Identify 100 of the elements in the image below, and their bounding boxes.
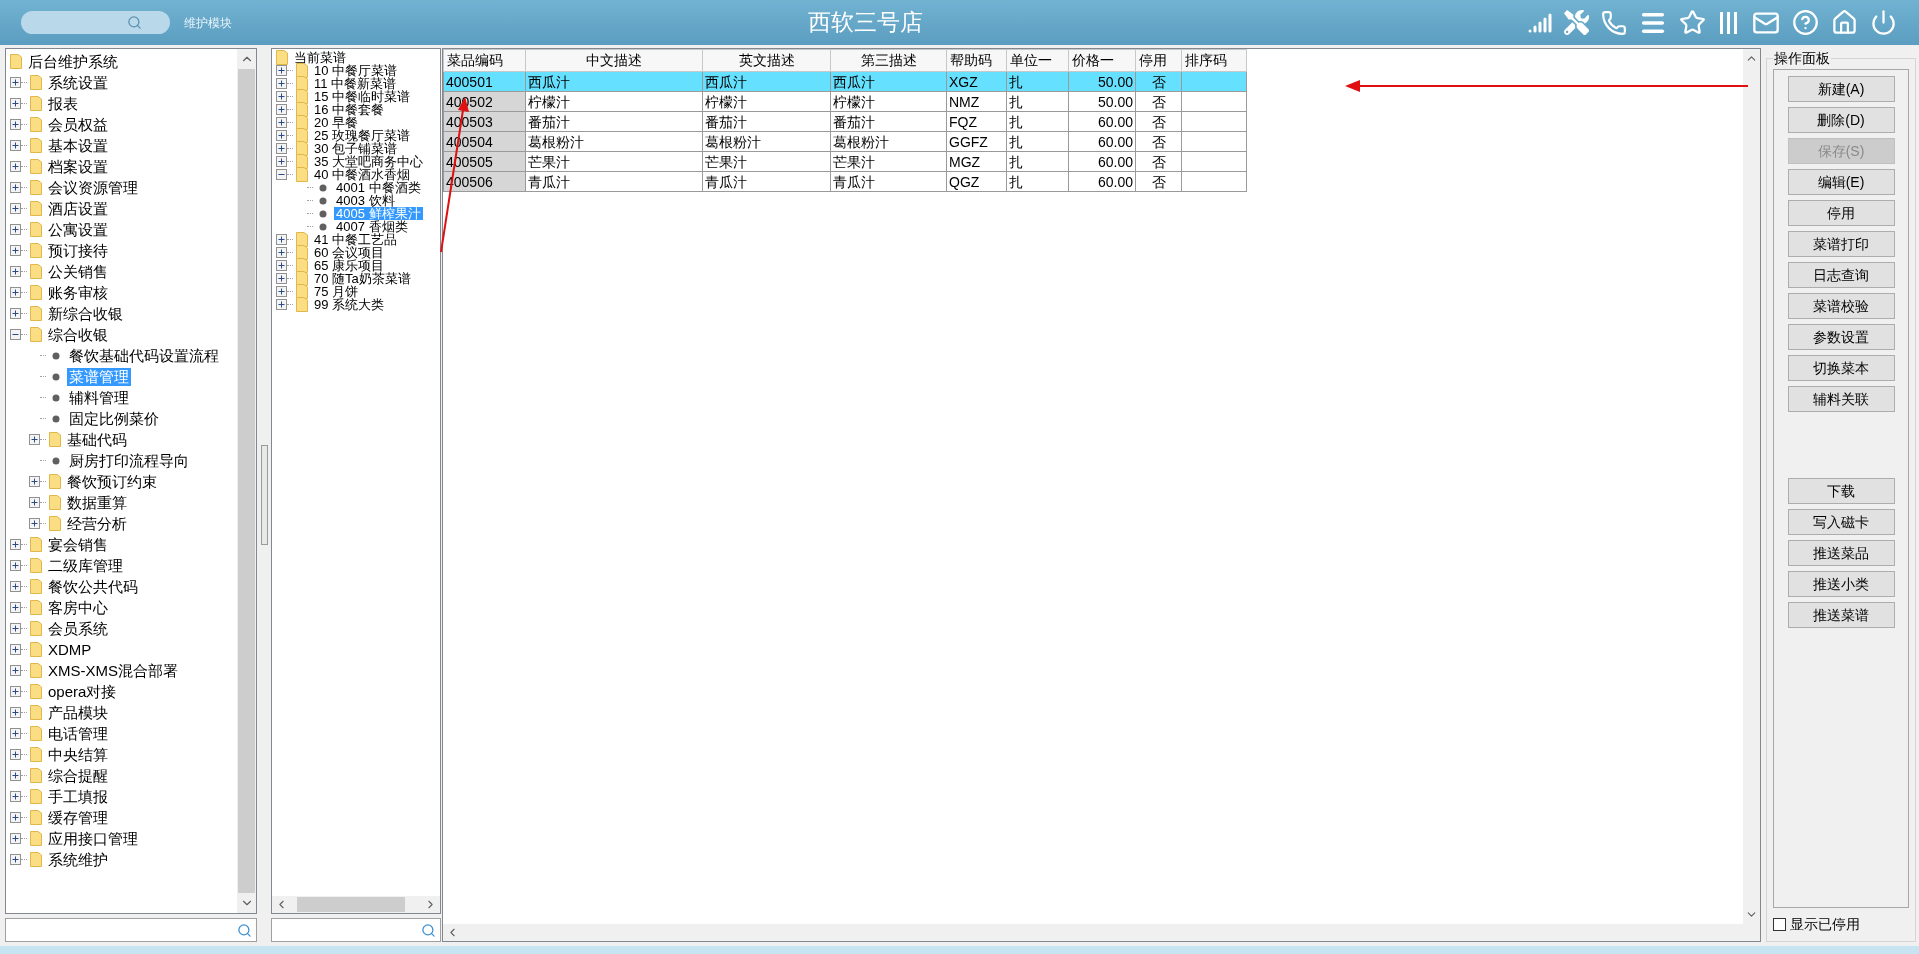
tree-item[interactable]: 新综合收银 (46, 304, 125, 323)
expand-toggle[interactable] (276, 91, 287, 102)
tree-item[interactable]: 99 系统大类 (312, 298, 387, 311)
search-icon[interactable] (237, 922, 252, 938)
tree-item[interactable]: 宴会销售 (46, 535, 110, 554)
panel-button[interactable]: 删除(D) (1787, 107, 1895, 133)
tree-item[interactable]: 缓存管理 (46, 808, 110, 827)
tree-item[interactable]: 20 早餐 (312, 116, 361, 129)
expand-toggle[interactable] (10, 287, 21, 298)
panel-button[interactable]: 编辑(E) (1787, 169, 1895, 195)
tree-item[interactable]: 系统设置 (46, 73, 110, 92)
tree-item[interactable]: 30 包子铺菜谱 (312, 142, 400, 155)
tree-item[interactable]: 辅料管理 (67, 388, 131, 407)
tree-item[interactable]: 综合收银 (46, 325, 110, 344)
tree-item[interactable]: 会议资源管理 (46, 178, 140, 197)
tree-item[interactable]: 餐饮预订约束 (65, 472, 159, 491)
tree-item[interactable]: 二级库管理 (46, 556, 125, 575)
expand-toggle[interactable] (10, 749, 21, 760)
expand-toggle[interactable] (276, 273, 287, 284)
scrollbar[interactable] (272, 896, 440, 913)
expand-toggle[interactable] (10, 602, 21, 613)
tree-item[interactable]: 餐饮公共代码 (46, 577, 140, 596)
tree-item[interactable]: 厨房打印流程导向 (67, 451, 191, 470)
tree-item[interactable]: 系统维护 (46, 850, 110, 869)
tree-item[interactable]: 16 中餐套餐 (312, 103, 387, 116)
panel-button[interactable]: 日志查询 (1787, 262, 1895, 288)
expand-toggle[interactable] (276, 247, 287, 258)
tree-item[interactable]: 综合提醒 (46, 766, 110, 785)
expand-toggle[interactable] (10, 812, 21, 823)
expand-toggle[interactable] (10, 182, 21, 193)
expand-toggle[interactable] (276, 104, 287, 115)
tree-item[interactable]: XMS-XMS混合部署 (46, 661, 180, 680)
phone-icon[interactable] (1601, 9, 1627, 36)
power-icon[interactable] (1870, 9, 1897, 36)
expand-toggle[interactable] (10, 98, 21, 109)
tree-item[interactable]: 11 中餐新菜谱 (312, 77, 399, 90)
expand-toggle[interactable] (10, 203, 21, 214)
panel-button[interactable]: 停用 (1787, 200, 1895, 226)
tree-item[interactable]: 数据重算 (65, 493, 129, 512)
tree-item[interactable]: 公寓设置 (46, 220, 110, 239)
tree-item[interactable]: 账务审核 (46, 283, 110, 302)
tree-item[interactable]: 当前菜谱 (292, 51, 348, 64)
expand-toggle[interactable] (276, 286, 287, 297)
tree-item[interactable]: 35 大堂吧商务中心 (312, 155, 426, 168)
expand-toggle[interactable] (10, 266, 21, 277)
expand-toggle[interactable] (10, 665, 21, 676)
expand-toggle[interactable] (276, 260, 287, 271)
panel-button[interactable]: 推送菜谱 (1787, 602, 1895, 628)
column-header[interactable]: 排序码 (1181, 49, 1247, 72)
help-icon[interactable] (1792, 9, 1819, 36)
expand-toggle[interactable] (276, 234, 287, 245)
expand-toggle[interactable] (276, 156, 287, 167)
tree-item[interactable]: opera对接 (46, 682, 119, 701)
tree-item[interactable]: 会员系统 (46, 619, 110, 638)
columns-icon[interactable] (1718, 9, 1740, 36)
expand-toggle[interactable] (276, 78, 287, 89)
tree-item[interactable]: 应用接口管理 (46, 829, 140, 848)
tools-icon[interactable] (1564, 10, 1589, 35)
tree-item[interactable]: 固定比例菜价 (67, 409, 161, 428)
panel-button[interactable]: 写入磁卡 (1787, 509, 1895, 535)
scrollbar[interactable] (443, 924, 1760, 941)
panel-button[interactable]: 切换菜本 (1787, 355, 1895, 381)
expand-toggle[interactable] (10, 581, 21, 592)
tree-item[interactable]: 4003 饮料 (334, 194, 397, 207)
expand-toggle[interactable] (10, 770, 21, 781)
tree-item[interactable]: 客房中心 (46, 598, 110, 617)
tree-item[interactable]: 产品模块 (46, 703, 110, 722)
expand-toggle[interactable] (10, 560, 21, 571)
expand-toggle[interactable] (276, 169, 287, 180)
expand-toggle[interactable] (10, 119, 21, 130)
tree-item[interactable]: 65 康乐项目 (312, 259, 387, 272)
tree-item[interactable]: 10 中餐厅菜谱 (312, 64, 400, 77)
expand-toggle[interactable] (10, 308, 21, 319)
expand-toggle[interactable] (10, 833, 21, 844)
tree-item[interactable]: 40 中餐酒水香烟 (312, 168, 413, 181)
column-header[interactable]: 中文描述 (525, 49, 703, 72)
expand-toggle[interactable] (276, 143, 287, 154)
tree-item[interactable]: 电话管理 (46, 724, 110, 743)
expand-toggle[interactable] (10, 245, 21, 256)
search-field[interactable] (271, 918, 441, 942)
column-header[interactable]: 帮助码 (946, 49, 1007, 72)
expand-toggle[interactable] (276, 65, 287, 76)
tree-item[interactable]: 15 中餐临时菜谱 (312, 90, 413, 103)
panel-button[interactable]: 参数设置 (1787, 324, 1895, 350)
search-field[interactable] (5, 918, 257, 942)
expand-toggle[interactable] (10, 224, 21, 235)
star-icon[interactable] (1679, 9, 1706, 36)
panel-button[interactable]: 推送菜品 (1787, 540, 1895, 566)
tree-item[interactable]: 经营分析 (65, 514, 129, 533)
panel-button[interactable]: 辅料关联 (1787, 386, 1895, 412)
column-header[interactable]: 停用 (1135, 49, 1182, 72)
expand-toggle[interactable] (276, 117, 287, 128)
panel-button[interactable]: 菜谱校验 (1787, 293, 1895, 319)
checkbox[interactable] (1773, 918, 1786, 931)
tree-item[interactable]: 酒店设置 (46, 199, 110, 218)
column-header[interactable]: 第三描述 (830, 49, 947, 72)
tree-item[interactable]: 餐饮基础代码设置流程 (67, 346, 221, 365)
tree-item[interactable]: 基础代码 (65, 430, 129, 449)
expand-toggle[interactable] (29, 434, 40, 445)
tree-item[interactable]: XDMP (46, 640, 94, 659)
